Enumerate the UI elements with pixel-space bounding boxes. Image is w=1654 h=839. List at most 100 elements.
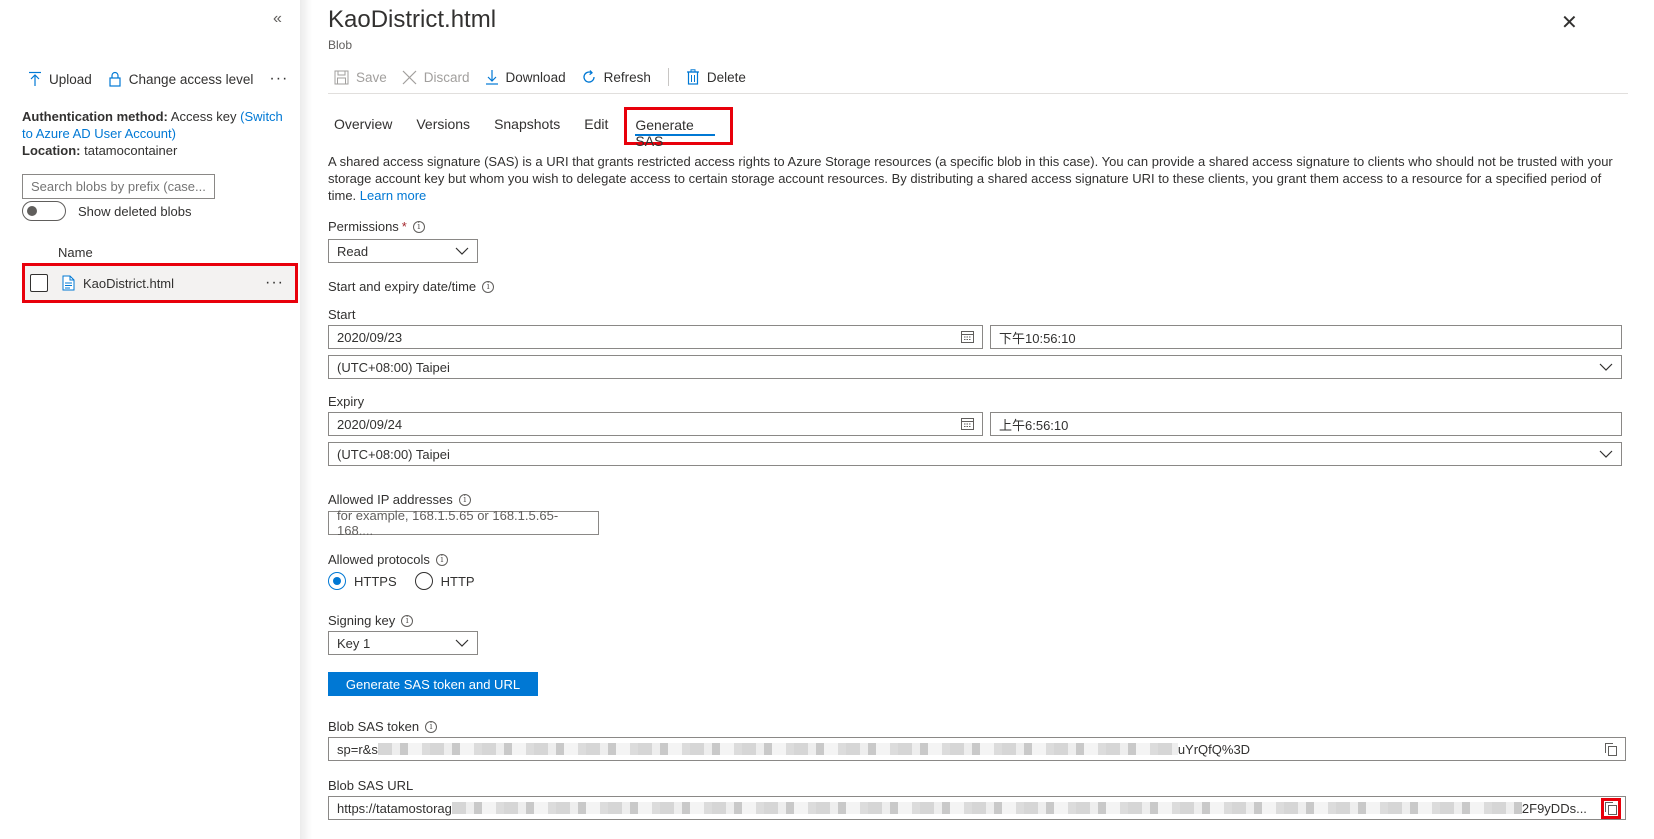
sas-token-label-row: Blob SAS token i — [328, 719, 438, 734]
page-subtitle: Blob — [328, 38, 353, 52]
sas-token-value: sp=r&s uYrQfQ%3D — [337, 742, 1250, 757]
row-more-button[interactable]: ··· — [265, 274, 284, 292]
start-expiry-label: Start and expiry date/time — [328, 279, 477, 294]
copy-icon — [1605, 742, 1617, 756]
discard-label: Discard — [423, 69, 470, 85]
sas-token-label: Blob SAS token — [328, 719, 420, 734]
pane-divider — [300, 0, 312, 839]
sas-token-field[interactable]: sp=r&s uYrQfQ%3D — [328, 737, 1626, 761]
auth-info: Authentication method: Access key (Switc… — [22, 108, 292, 159]
tab-edit[interactable]: Edit — [584, 108, 620, 142]
left-pane: « Upload Change access level ··· Authent… — [0, 0, 300, 839]
row-checkbox[interactable] — [30, 274, 48, 292]
tab-generate-sas[interactable]: Generate SAS — [624, 107, 734, 149]
expiry-label: Expiry — [328, 394, 365, 409]
start-date-input[interactable]: 2020/09/23 — [328, 325, 983, 349]
page-title: KaoDistrict.html — [328, 6, 497, 33]
collapse-icon[interactable]: « — [273, 10, 282, 28]
blob-toolbar: Save Discard Download Refresh Delete — [334, 68, 746, 86]
permissions-label-row: Permissions * i — [328, 219, 425, 234]
expiry-time-input[interactable]: 上午6:56:10 — [990, 412, 1622, 436]
generate-sas-button[interactable]: Generate SAS token and URL — [328, 672, 538, 696]
expiry-date-input[interactable]: 2020/09/24 — [328, 412, 983, 436]
protocols-radio-group: HTTPS HTTP — [328, 572, 475, 590]
download-button[interactable]: Download — [485, 69, 566, 85]
signing-key-label: Signing key — [328, 613, 396, 628]
delete-label: Delete — [706, 69, 746, 85]
info-icon[interactable]: i — [425, 720, 438, 733]
learn-more-link[interactable]: Learn more — [360, 188, 426, 203]
show-deleted-toggle[interactable] — [22, 201, 66, 221]
sas-url-suffix: 2F9yDDs... — [1521, 800, 1587, 816]
info-icon[interactable]: i — [401, 614, 414, 627]
save-button[interactable]: Save — [334, 70, 387, 85]
change-access-level-button[interactable]: Change access level — [108, 71, 254, 87]
calendar-icon[interactable] — [961, 418, 974, 430]
copy-token-button[interactable] — [1605, 742, 1617, 756]
more-actions-button[interactable]: ··· — [269, 70, 288, 88]
list-item[interactable]: KaoDistrict.html ··· — [22, 263, 298, 303]
tab-snapshots[interactable]: Snapshots — [494, 108, 572, 142]
close-icon[interactable]: ✕ — [1561, 10, 1578, 35]
show-deleted-label: Show deleted blobs — [78, 203, 192, 219]
toolbar-divider — [667, 68, 669, 86]
chevron-down-icon — [1599, 450, 1613, 458]
radio-https[interactable] — [328, 572, 346, 590]
signing-key-value: Key 1 — [337, 635, 371, 651]
sas-url-label: Blob SAS URL — [328, 778, 414, 793]
info-icon[interactable]: i — [412, 220, 425, 233]
allowed-ip-input[interactable]: for example, 168.1.5.65 or 168.1.5.65-16… — [328, 508, 599, 538]
info-icon[interactable]: i — [482, 280, 495, 293]
show-deleted-row: Show deleted blobs — [22, 201, 191, 221]
search-blobs-input[interactable] — [22, 174, 215, 199]
radio-http-label: HTTP — [440, 573, 475, 589]
signing-key-label-row: Signing key i — [328, 613, 414, 628]
refresh-button[interactable]: Refresh — [581, 69, 651, 85]
sas-url-prefix: https://tatamostorag — [337, 800, 452, 816]
start-expiry-label-row: Start and expiry date/time i — [328, 279, 495, 294]
info-icon[interactable]: i — [435, 553, 448, 566]
expiry-date-value: 2020/09/24 — [337, 416, 403, 432]
save-label: Save — [356, 69, 387, 85]
delete-button[interactable]: Delete — [686, 69, 746, 85]
tab-generate-sas-label: Generate SAS — [635, 117, 694, 149]
toolbar-divider-line — [328, 93, 1628, 94]
name-column-header[interactable]: Name — [58, 245, 93, 260]
sas-token-prefix: sp=r&s — [337, 741, 378, 757]
download-icon — [485, 70, 498, 85]
upload-button[interactable]: Upload — [28, 71, 92, 87]
radio-https-label: HTTPS — [354, 573, 397, 589]
permissions-dropdown[interactable]: Read — [328, 239, 478, 263]
redacted-text — [377, 743, 1178, 755]
copy-url-button[interactable] — [1601, 797, 1621, 819]
auth-method-value: Access key — [170, 109, 237, 124]
start-time-input[interactable]: 下午10:56:10 — [990, 325, 1622, 349]
sas-description: A shared access signature (SAS) is a URI… — [328, 153, 1628, 204]
start-timezone-value: (UTC+08:00) Taipei — [337, 359, 450, 375]
tab-versions[interactable]: Versions — [416, 108, 482, 142]
info-icon[interactable]: i — [458, 493, 471, 506]
change-access-label: Change access level — [128, 71, 254, 87]
blob-name[interactable]: KaoDistrict.html — [83, 276, 174, 291]
refresh-label: Refresh — [603, 69, 651, 85]
calendar-icon[interactable] — [961, 331, 974, 343]
auth-method-label: Authentication method: — [22, 109, 168, 124]
file-icon — [62, 275, 75, 291]
allowed-ip-label-row: Allowed IP addresses i — [328, 492, 471, 507]
start-timezone-dropdown[interactable]: (UTC+08:00) Taipei — [328, 355, 1622, 379]
start-time-value: 下午10:56:10 — [999, 330, 1076, 346]
discard-icon — [402, 70, 417, 84]
refresh-icon — [582, 70, 595, 83]
radio-http[interactable] — [414, 572, 433, 590]
tab-bar: Overview Versions Snapshots Edit Generat… — [334, 107, 745, 149]
download-label: Download — [505, 69, 566, 85]
discard-button[interactable]: Discard — [402, 70, 470, 85]
sas-url-field[interactable]: https://tatamostorag 2F9yDDs... — [328, 796, 1626, 820]
required-marker: * — [401, 219, 407, 234]
upload-label: Upload — [49, 71, 92, 87]
signing-key-dropdown[interactable]: Key 1 — [328, 631, 478, 655]
chevron-down-icon — [455, 639, 469, 647]
tab-overview[interactable]: Overview — [334, 108, 404, 142]
protocols-label: Allowed protocols — [328, 552, 430, 567]
expiry-timezone-dropdown[interactable]: (UTC+08:00) Taipei — [328, 442, 1622, 466]
